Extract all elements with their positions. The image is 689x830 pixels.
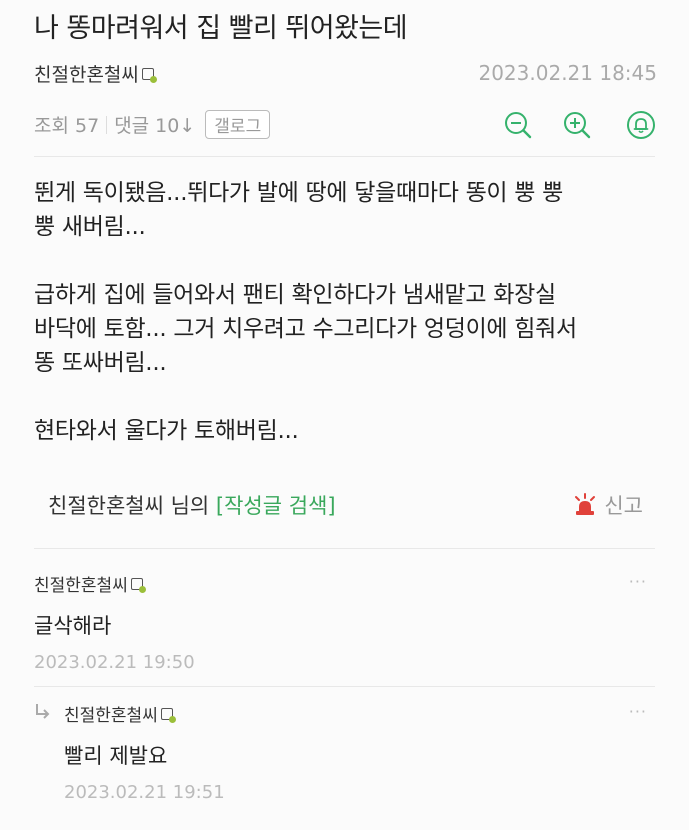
report-label: 신고 (604, 494, 643, 518)
comment-text: 글삭해라 (34, 614, 112, 638)
author-search-link[interactable]: [작성글 검색] (216, 494, 336, 518)
member-level-icon (141, 67, 157, 83)
member-level-icon (160, 707, 176, 723)
author-search: 친절한혼철씨 님의 [작성글 검색] (48, 490, 336, 520)
header-divider (34, 156, 655, 157)
comment-author-name: 친절한혼철씨 (64, 706, 158, 726)
post-paragraph: 급하게 집에 들어와서 팬티 확인하다가 냄새맡고 화장실 바닥에 토함... … (34, 282, 577, 376)
meta-divider (106, 115, 108, 134)
comment-text: 빨리 제발요 (64, 744, 168, 768)
post-paragraph: 현타와서 울다가 토해버림... (34, 418, 299, 444)
siren-icon (572, 493, 598, 517)
post-author-name: 친절한혼철씨 (34, 64, 139, 86)
view-count: 조회 57 (34, 115, 100, 137)
comments-divider (34, 548, 655, 549)
reply-arrow-icon (34, 702, 52, 720)
post-body: 뛴게 독이됐음...뛰다가 발에 땅에 닿을때마다 똥이 뿡 뿡 뿡 새버림..… (34, 176, 664, 482)
comment-date: 2023.02.21 19:50 (34, 652, 195, 673)
post-page: 나 똥마려워서 집 빨리 뛰어왔는데 친절한혼철씨 2023.02.21 18:… (0, 0, 689, 830)
more-options-icon[interactable]: ··· (629, 702, 647, 721)
post-meta: 조회 57 댓글 10↓ 갤로그 (34, 110, 271, 139)
zoom-out-icon[interactable] (503, 110, 533, 140)
comments-link[interactable]: 댓글 10↓ (114, 111, 195, 138)
post-date: 2023.02.21 18:45 (478, 61, 657, 85)
more-options-icon[interactable]: ··· (629, 572, 647, 591)
post-author[interactable]: 친절한혼철씨 (34, 60, 157, 87)
comment-date: 2023.02.21 19:51 (64, 782, 225, 803)
gallog-button[interactable]: 갤로그 (205, 110, 271, 139)
comment-divider (34, 686, 655, 687)
comment-author[interactable]: 친절한혼철씨 (34, 571, 146, 596)
author-search-prefix: 친절한혼철씨 님의 (48, 494, 216, 518)
zoom-in-icon[interactable] (562, 110, 592, 140)
comment-author[interactable]: 친절한혼철씨 (64, 701, 176, 726)
comment-author-name: 친절한혼철씨 (34, 576, 128, 596)
post-title: 나 똥마려워서 집 빨리 뛰어왔는데 (34, 13, 408, 44)
post-paragraph: 뛴게 독이됐음...뛰다가 발에 땅에 닿을때마다 똥이 뿡 뿡 뿡 새버림..… (34, 180, 564, 240)
report-button[interactable]: 신고 (572, 490, 643, 520)
member-level-icon (130, 577, 146, 593)
bell-icon[interactable] (626, 110, 656, 140)
